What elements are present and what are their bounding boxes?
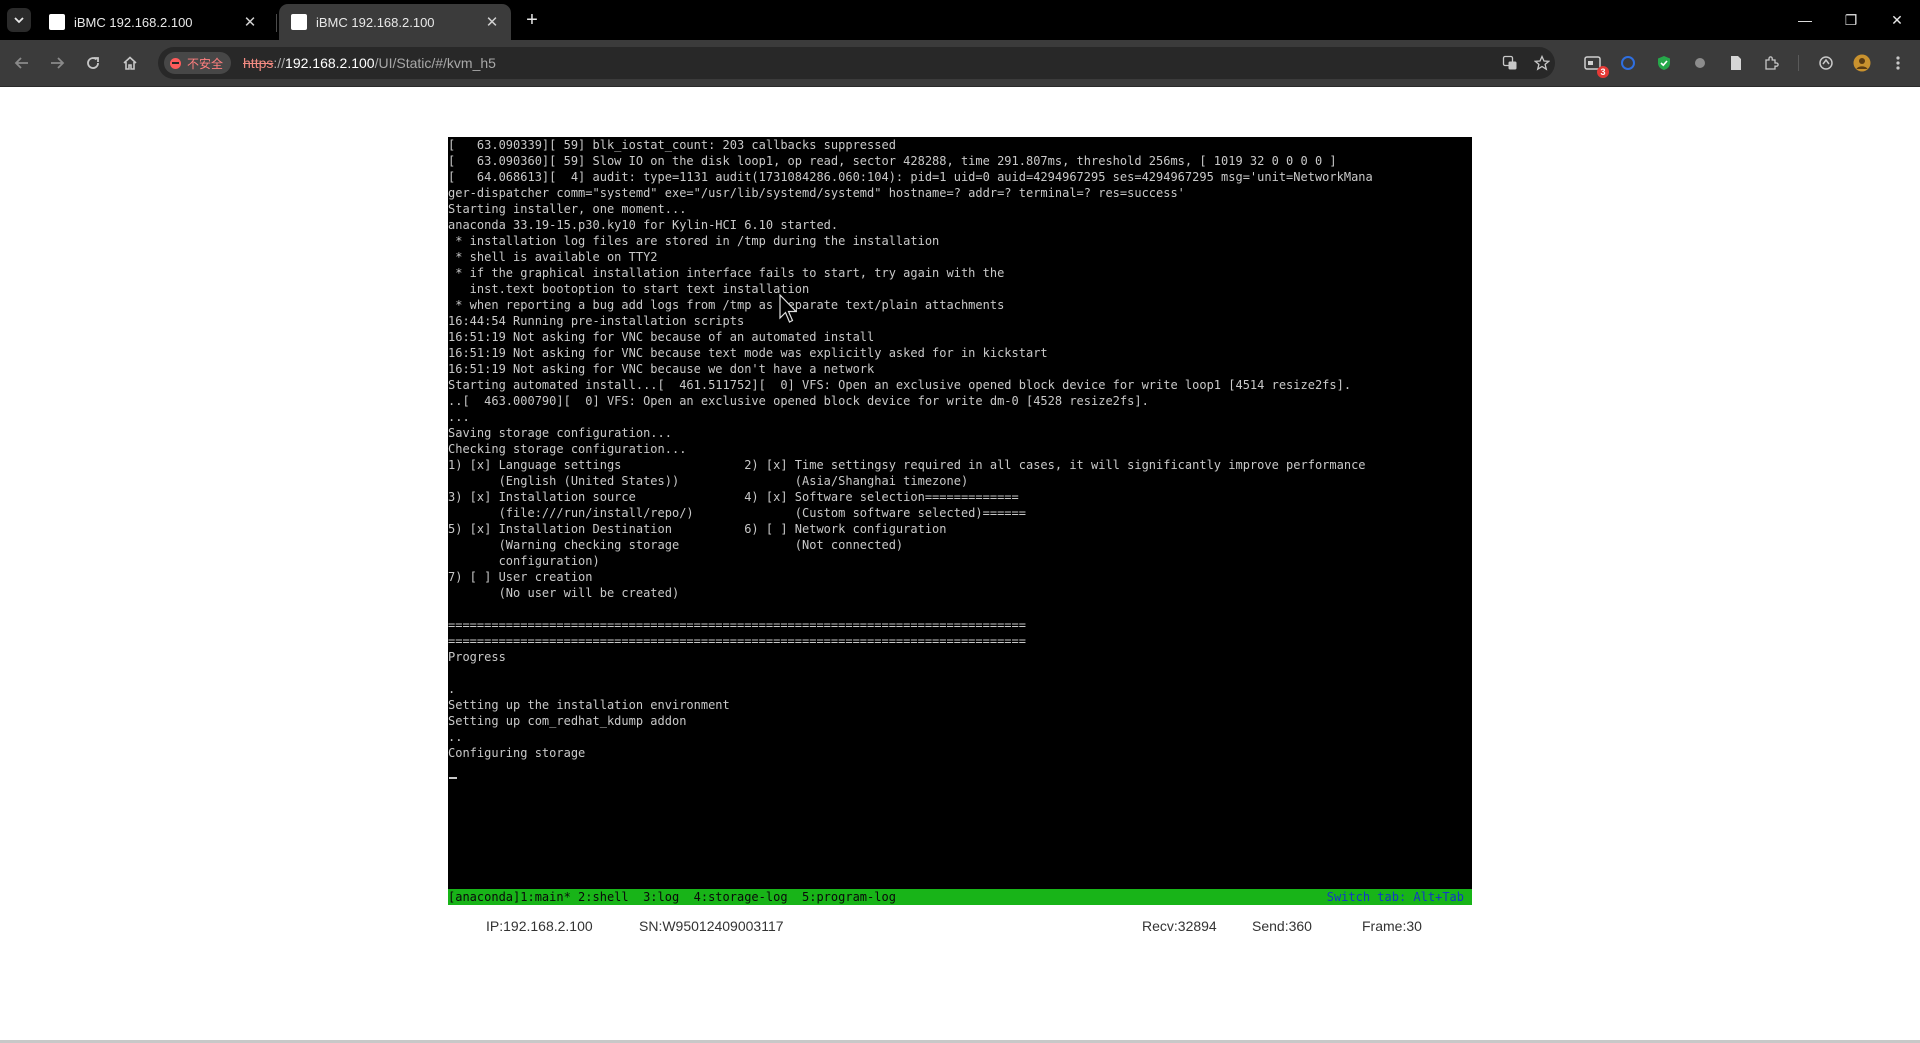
tab-title: iBMC 192.168.2.100 <box>316 14 435 30</box>
page-icon <box>291 14 307 30</box>
url-scheme: https <box>243 55 274 71</box>
url-host: 192.168.2.100 <box>285 55 375 71</box>
close-window-button[interactable]: ✕ <box>1877 6 1917 34</box>
not-secure-label: 不安全 <box>187 56 224 71</box>
console-line: ========================================… <box>448 618 1026 632</box>
serial-number: SN:W95012409003117 <box>639 918 784 934</box>
forward-button[interactable] <box>44 50 70 76</box>
console-line: (file:///run/install/repo/) (Custom soft… <box>448 506 1026 520</box>
console-line: ger-dispatcher comm="systemd" exe="/usr/… <box>448 186 1185 200</box>
tab-title: iBMC 192.168.2.100 <box>74 14 193 30</box>
console-output: [ 63.090339][ 59] blk_iostat_count: 203 … <box>448 137 1373 761</box>
console-line: inst.text bootoption to start text insta… <box>448 282 810 296</box>
tab-search-chevron-down-icon[interactable] <box>7 8 31 32</box>
browser-toolbar: 不安全 https://192.168.2.100/UI/Static/#/kv… <box>0 40 1920 87</box>
console-line: 7) [ ] User creation <box>448 570 593 584</box>
frame-rate: Frame:30 <box>1362 918 1422 934</box>
chevron-down-icon <box>14 17 24 24</box>
console-line: ... <box>448 410 470 424</box>
page-icon <box>49 14 65 30</box>
console-line: Setting up com_redhat_kdump addon <box>448 714 687 728</box>
bookmark-star-icon[interactable] <box>1533 54 1551 72</box>
browser-tab-strip: iBMC 192.168.2.100 ✕ iBMC 192.168.2.100 … <box>0 0 1920 40</box>
console-line: Configuring storage <box>448 746 586 760</box>
home-icon <box>123 56 137 70</box>
console-line: 16:51:19 Not asking for VNC because of a… <box>448 330 875 344</box>
tab-close-icon[interactable]: ✕ <box>241 13 259 31</box>
console-line: 1) [x] Language settings 2) [x] Time set… <box>448 458 1366 472</box>
console-line: Checking storage configuration... <box>448 442 687 456</box>
console-line: (No user will be created) <box>448 586 680 600</box>
back-arrow-icon <box>14 57 28 69</box>
kebab-menu-icon[interactable] <box>1887 52 1909 74</box>
url-path: /UI/Static/#/kvm_h5 <box>374 55 496 71</box>
sync-icon[interactable] <box>1815 52 1837 74</box>
home-button[interactable] <box>117 50 143 76</box>
console-line: (English (United States)) (Asia/Shanghai… <box>448 474 969 488</box>
not-secure-icon <box>170 57 181 69</box>
kvm-console-screen[interactable]: [ 63.090339][ 59] blk_iostat_count: 203 … <box>448 137 1472 889</box>
console-line: 16:44:54 Running pre-installation script… <box>448 314 745 328</box>
switch-tab-hint: Switch tab: Alt+Tab <box>1326 890 1464 904</box>
toolbar-divider <box>1798 55 1799 71</box>
blue-ring-extension-icon[interactable] <box>1617 52 1639 74</box>
console-line: 3) [x] Installation source 4) [x] Softwa… <box>448 490 1019 504</box>
translate-icon[interactable] <box>1501 54 1519 72</box>
tmux-status-bar: [anaconda]1:main* 2:shell 3:log 4:storag… <box>448 889 1472 905</box>
console-line: Starting automated install...[ 461.51175… <box>448 378 1352 392</box>
console-line: * installation log files are stored in /… <box>448 234 940 248</box>
extension-badge-icon[interactable]: 3 <box>1582 52 1609 78</box>
console-line: Setting up the installation environment <box>448 698 730 712</box>
console-line: [ 63.090339][ 59] blk_iostat_count: 203 … <box>448 138 896 152</box>
terminal-tab-list: [anaconda]1:main* 2:shell 3:log 4:storag… <box>448 890 896 904</box>
console-line: (Warning checking storage (Not connected… <box>448 538 904 552</box>
console-line: Starting installer, one moment... <box>448 202 687 216</box>
text-cursor <box>449 777 457 779</box>
mouse-pointer-icon <box>779 294 797 323</box>
console-line: anaconda 33.19-15.p30.ky10 for Kylin-HCI… <box>448 218 839 232</box>
console-line: 16:51:19 Not asking for VNC because we d… <box>448 362 875 376</box>
tab-close-icon[interactable]: ✕ <box>483 13 501 31</box>
console-line: .. <box>448 730 463 744</box>
shield-icon[interactable] <box>1653 52 1675 74</box>
console-line: 5) [x] Installation Destination 6) [ ] N… <box>448 522 947 536</box>
console-line: configuration) <box>448 554 600 568</box>
minimize-window-button[interactable]: — <box>1785 6 1825 34</box>
url-separator: :// <box>273 55 286 71</box>
console-line: Saving storage configuration... <box>448 426 672 440</box>
console-line: ..[ 463.000790][ 0] VFS: Open an exclusi… <box>448 394 1149 408</box>
profile-avatar[interactable] <box>1851 52 1873 74</box>
new-tab-button[interactable]: + <box>520 8 544 32</box>
browser-tab-1[interactable]: iBMC 192.168.2.100 ✕ <box>37 4 269 40</box>
console-line: . <box>448 682 456 696</box>
console-line: [ 64.068613][ 4] audit: type=1131 audit(… <box>448 170 1373 184</box>
forward-arrow-icon <box>51 57 65 69</box>
console-line: [ 63.090360][ 59] Slow IO on the disk lo… <box>448 154 1337 168</box>
kvm-info-footer: IP:192.168.2.100 SN:W95012409003117 Recv… <box>448 907 1472 945</box>
console-line: Progress <box>448 650 506 664</box>
address-bar[interactable]: 不安全 https://192.168.2.100/UI/Static/#/kv… <box>158 47 1555 79</box>
console-line: * shell is available on TTY2 <box>448 250 658 264</box>
url-text[interactable]: https://192.168.2.100/UI/Static/#/kvm_h5 <box>243 55 496 71</box>
send-counter: Send:360 <box>1252 918 1312 934</box>
gray-circle-extension-icon[interactable] <box>1689 52 1711 74</box>
extension-badge-count: 3 <box>1597 66 1609 78</box>
restore-window-button[interactable]: ❐ <box>1831 6 1871 34</box>
puzzle-extensions-icon[interactable] <box>1761 52 1783 74</box>
document-icon[interactable] <box>1725 52 1747 74</box>
back-button[interactable] <box>9 50 35 76</box>
browser-tab-2-active[interactable]: iBMC 192.168.2.100 ✕ <box>279 4 511 40</box>
ip-address: IP:192.168.2.100 <box>486 918 593 934</box>
console-line: * if the graphical installation interfac… <box>448 266 1005 280</box>
console-line: ========================================… <box>448 634 1026 648</box>
console-line: 16:51:19 Not asking for VNC because text… <box>448 346 1048 360</box>
tab-divider <box>276 14 277 32</box>
security-indicator[interactable]: 不安全 <box>164 52 232 74</box>
reload-button[interactable] <box>80 50 106 76</box>
console-line: * when reporting a bug add logs from /tm… <box>448 298 1005 312</box>
reload-icon <box>87 57 99 69</box>
recv-counter: Recv:32894 <box>1142 918 1217 934</box>
